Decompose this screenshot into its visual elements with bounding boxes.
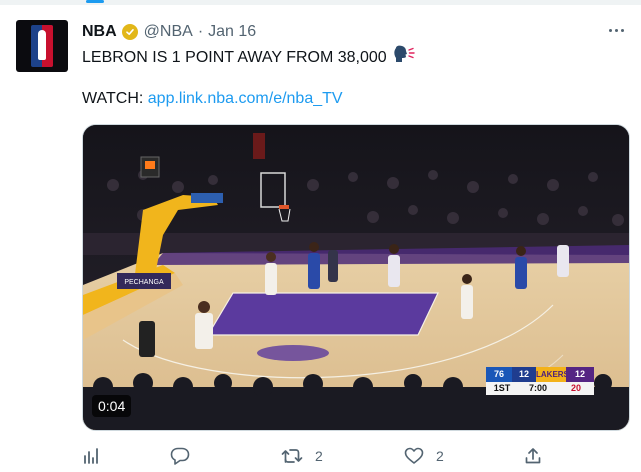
like-count: 2 <box>436 448 444 464</box>
like-button[interactable]: 2 <box>404 444 444 468</box>
game-quarter: 1ST <box>493 383 511 393</box>
retweet-icon <box>281 447 303 465</box>
tweet-date[interactable]: Jan 16 <box>208 23 256 41</box>
tweet-text: LEBRON IS 1 POINT AWAY FROM 38,000 <box>82 45 415 71</box>
away-score: 12 <box>566 367 594 382</box>
watch-label: WATCH: <box>82 90 144 107</box>
share-button[interactable] <box>524 444 542 468</box>
speaking-head-icon <box>393 45 415 71</box>
scoreboard: 76 12 LAKERS 12 1ST 7:00 20 <box>486 367 594 397</box>
avatar[interactable] <box>16 20 68 72</box>
author-handle[interactable]: @NBA <box>144 23 193 41</box>
shot-clock: 20 <box>570 383 581 393</box>
court-banner-text: PECHANGA <box>124 279 164 286</box>
retweet-button[interactable]: 2 <box>281 444 323 468</box>
reply-button[interactable] <box>170 444 202 468</box>
heart-icon <box>404 447 424 465</box>
author-name[interactable]: NBA <box>82 23 117 41</box>
retweet-count: 2 <box>315 448 323 464</box>
share-icon <box>524 447 542 465</box>
home-score: 12 <box>512 367 536 382</box>
top-accent-bar <box>86 0 104 3</box>
verified-badge-icon <box>121 24 138 40</box>
more-icon[interactable] <box>605 22 627 38</box>
home-team-abbr: 76 <box>486 367 512 382</box>
meta-separator: · <box>197 23 204 40</box>
game-clock: 7:00 <box>528 383 547 393</box>
reply-icon <box>170 447 190 465</box>
tweet-link[interactable]: app.link.nba.com/e/nba_TV <box>148 90 343 107</box>
video-player[interactable]: PECHANGA 76 12 LAKERS 12 1ST 7:00 20 0:0… <box>82 124 630 431</box>
tweet-header: NBA @NBA · Jan 16 <box>82 20 256 44</box>
nba-logo <box>31 25 53 67</box>
tweet-body: LEBRON IS 1 POINT AWAY FROM 38,000 <box>82 49 387 66</box>
watch-line: WATCH: app.link.nba.com/e/nba_TV <box>82 90 343 108</box>
action-bar: 2 2 <box>82 444 630 472</box>
analytics-icon <box>82 447 100 465</box>
analytics-button[interactable] <box>82 444 100 468</box>
away-team-abbr: LAKERS <box>536 367 569 382</box>
video-duration: 0:04 <box>92 395 132 417</box>
